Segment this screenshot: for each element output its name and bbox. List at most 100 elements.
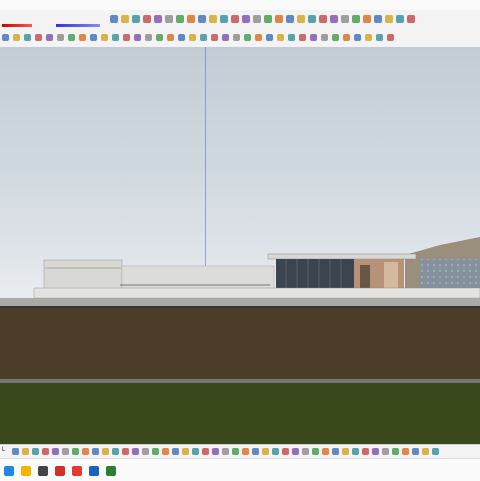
orbit-icon[interactable] xyxy=(312,448,319,455)
eraser-icon[interactable] xyxy=(22,448,29,455)
group-icon[interactable] xyxy=(200,34,207,41)
eraser-icon[interactable] xyxy=(222,448,229,455)
eraser-icon[interactable] xyxy=(121,15,129,23)
section-icon[interactable] xyxy=(362,448,369,455)
camera-icon[interactable] xyxy=(365,34,372,41)
push-pull-icon[interactable] xyxy=(396,15,404,23)
paint-icon[interactable] xyxy=(352,15,360,23)
select-icon[interactable] xyxy=(12,448,19,455)
paint-icon[interactable] xyxy=(432,448,439,455)
move-icon[interactable] xyxy=(363,15,371,23)
select-icon[interactable] xyxy=(412,448,419,455)
pan-icon[interactable] xyxy=(343,34,350,41)
pan-icon[interactable] xyxy=(322,448,329,455)
component-icon[interactable] xyxy=(182,448,189,455)
group-icon[interactable] xyxy=(392,448,399,455)
rotate-icon[interactable] xyxy=(154,15,162,23)
text-icon[interactable] xyxy=(102,448,109,455)
walk-icon[interactable] xyxy=(376,34,383,41)
component-icon[interactable] xyxy=(189,34,196,41)
rotate-icon[interactable] xyxy=(266,34,273,41)
offset-icon[interactable] xyxy=(79,34,86,41)
scale-icon[interactable] xyxy=(165,15,173,23)
walk-icon[interactable] xyxy=(352,448,359,455)
offset-icon[interactable] xyxy=(407,15,415,23)
orbit-icon[interactable] xyxy=(112,34,119,41)
component-icon[interactable] xyxy=(382,448,389,455)
style-icon[interactable] xyxy=(402,448,409,455)
walk-icon[interactable] xyxy=(156,34,163,41)
orbit-icon[interactable] xyxy=(220,15,228,23)
camera-icon[interactable] xyxy=(253,15,261,23)
sketchup-icon[interactable] xyxy=(106,466,116,476)
tape-icon[interactable] xyxy=(90,34,97,41)
taskview-icon[interactable] xyxy=(38,466,48,476)
text-icon[interactable] xyxy=(101,34,108,41)
eraser-icon[interactable] xyxy=(13,34,20,41)
offset-icon[interactable] xyxy=(282,448,289,455)
section-icon[interactable] xyxy=(275,15,283,23)
select-icon[interactable] xyxy=(212,448,219,455)
search-icon[interactable] xyxy=(21,466,31,476)
word-icon[interactable] xyxy=(89,466,99,476)
camera-icon[interactable] xyxy=(145,34,152,41)
zoom-icon[interactable] xyxy=(132,448,139,455)
explorer-icon[interactable] xyxy=(55,466,65,476)
offset-icon[interactable] xyxy=(187,15,195,23)
scale-icon[interactable] xyxy=(57,34,64,41)
layer-icon[interactable] xyxy=(172,448,179,455)
offset-icon[interactable] xyxy=(82,448,89,455)
select-icon[interactable] xyxy=(330,15,338,23)
text-icon[interactable] xyxy=(209,15,217,23)
style-icon[interactable] xyxy=(211,34,218,41)
tape-icon[interactable] xyxy=(92,448,99,455)
rotate-icon[interactable] xyxy=(52,448,59,455)
rotate-icon[interactable] xyxy=(374,15,382,23)
pan-icon[interactable] xyxy=(231,15,239,23)
zoom-icon[interactable] xyxy=(354,34,361,41)
paint-icon[interactable] xyxy=(232,448,239,455)
text-icon[interactable] xyxy=(321,34,328,41)
push-pull-icon[interactable] xyxy=(72,448,79,455)
move-icon[interactable] xyxy=(42,448,49,455)
section-icon[interactable] xyxy=(387,34,394,41)
scale-icon[interactable] xyxy=(385,15,393,23)
layer-icon[interactable] xyxy=(286,15,294,23)
push-pull-icon[interactable] xyxy=(176,15,184,23)
orbit-icon[interactable] xyxy=(332,34,339,41)
paint-icon[interactable] xyxy=(32,448,39,455)
rotate-icon[interactable] xyxy=(252,448,259,455)
start-icon[interactable] xyxy=(4,466,14,476)
scale-icon[interactable] xyxy=(277,34,284,41)
group-icon[interactable] xyxy=(308,15,316,23)
move-icon[interactable] xyxy=(242,448,249,455)
pan-icon[interactable] xyxy=(123,34,130,41)
eraser-icon[interactable] xyxy=(233,34,240,41)
eraser-icon[interactable] xyxy=(341,15,349,23)
select-icon[interactable] xyxy=(2,34,9,41)
pan-icon[interactable] xyxy=(122,448,129,455)
zoom-icon[interactable] xyxy=(242,15,250,23)
style-icon[interactable] xyxy=(202,448,209,455)
push-pull-icon[interactable] xyxy=(272,448,279,455)
eraser-icon[interactable] xyxy=(422,448,429,455)
camera-icon[interactable] xyxy=(142,448,149,455)
move-icon[interactable] xyxy=(255,34,262,41)
camera-icon[interactable] xyxy=(342,448,349,455)
group-icon[interactable] xyxy=(192,448,199,455)
walk-icon[interactable] xyxy=(264,15,272,23)
orbit-icon[interactable] xyxy=(112,448,119,455)
walk-icon[interactable] xyxy=(152,448,159,455)
select-icon[interactable] xyxy=(110,15,118,23)
layer-icon[interactable] xyxy=(372,448,379,455)
tape-icon[interactable] xyxy=(292,448,299,455)
rotate-icon[interactable] xyxy=(46,34,53,41)
offset-icon[interactable] xyxy=(299,34,306,41)
tape-icon[interactable] xyxy=(198,15,206,23)
component-icon[interactable] xyxy=(297,15,305,23)
move-icon[interactable] xyxy=(143,15,151,23)
push-pull-icon[interactable] xyxy=(288,34,295,41)
section-icon[interactable] xyxy=(167,34,174,41)
paint-icon[interactable] xyxy=(244,34,251,41)
text-icon[interactable] xyxy=(302,448,309,455)
